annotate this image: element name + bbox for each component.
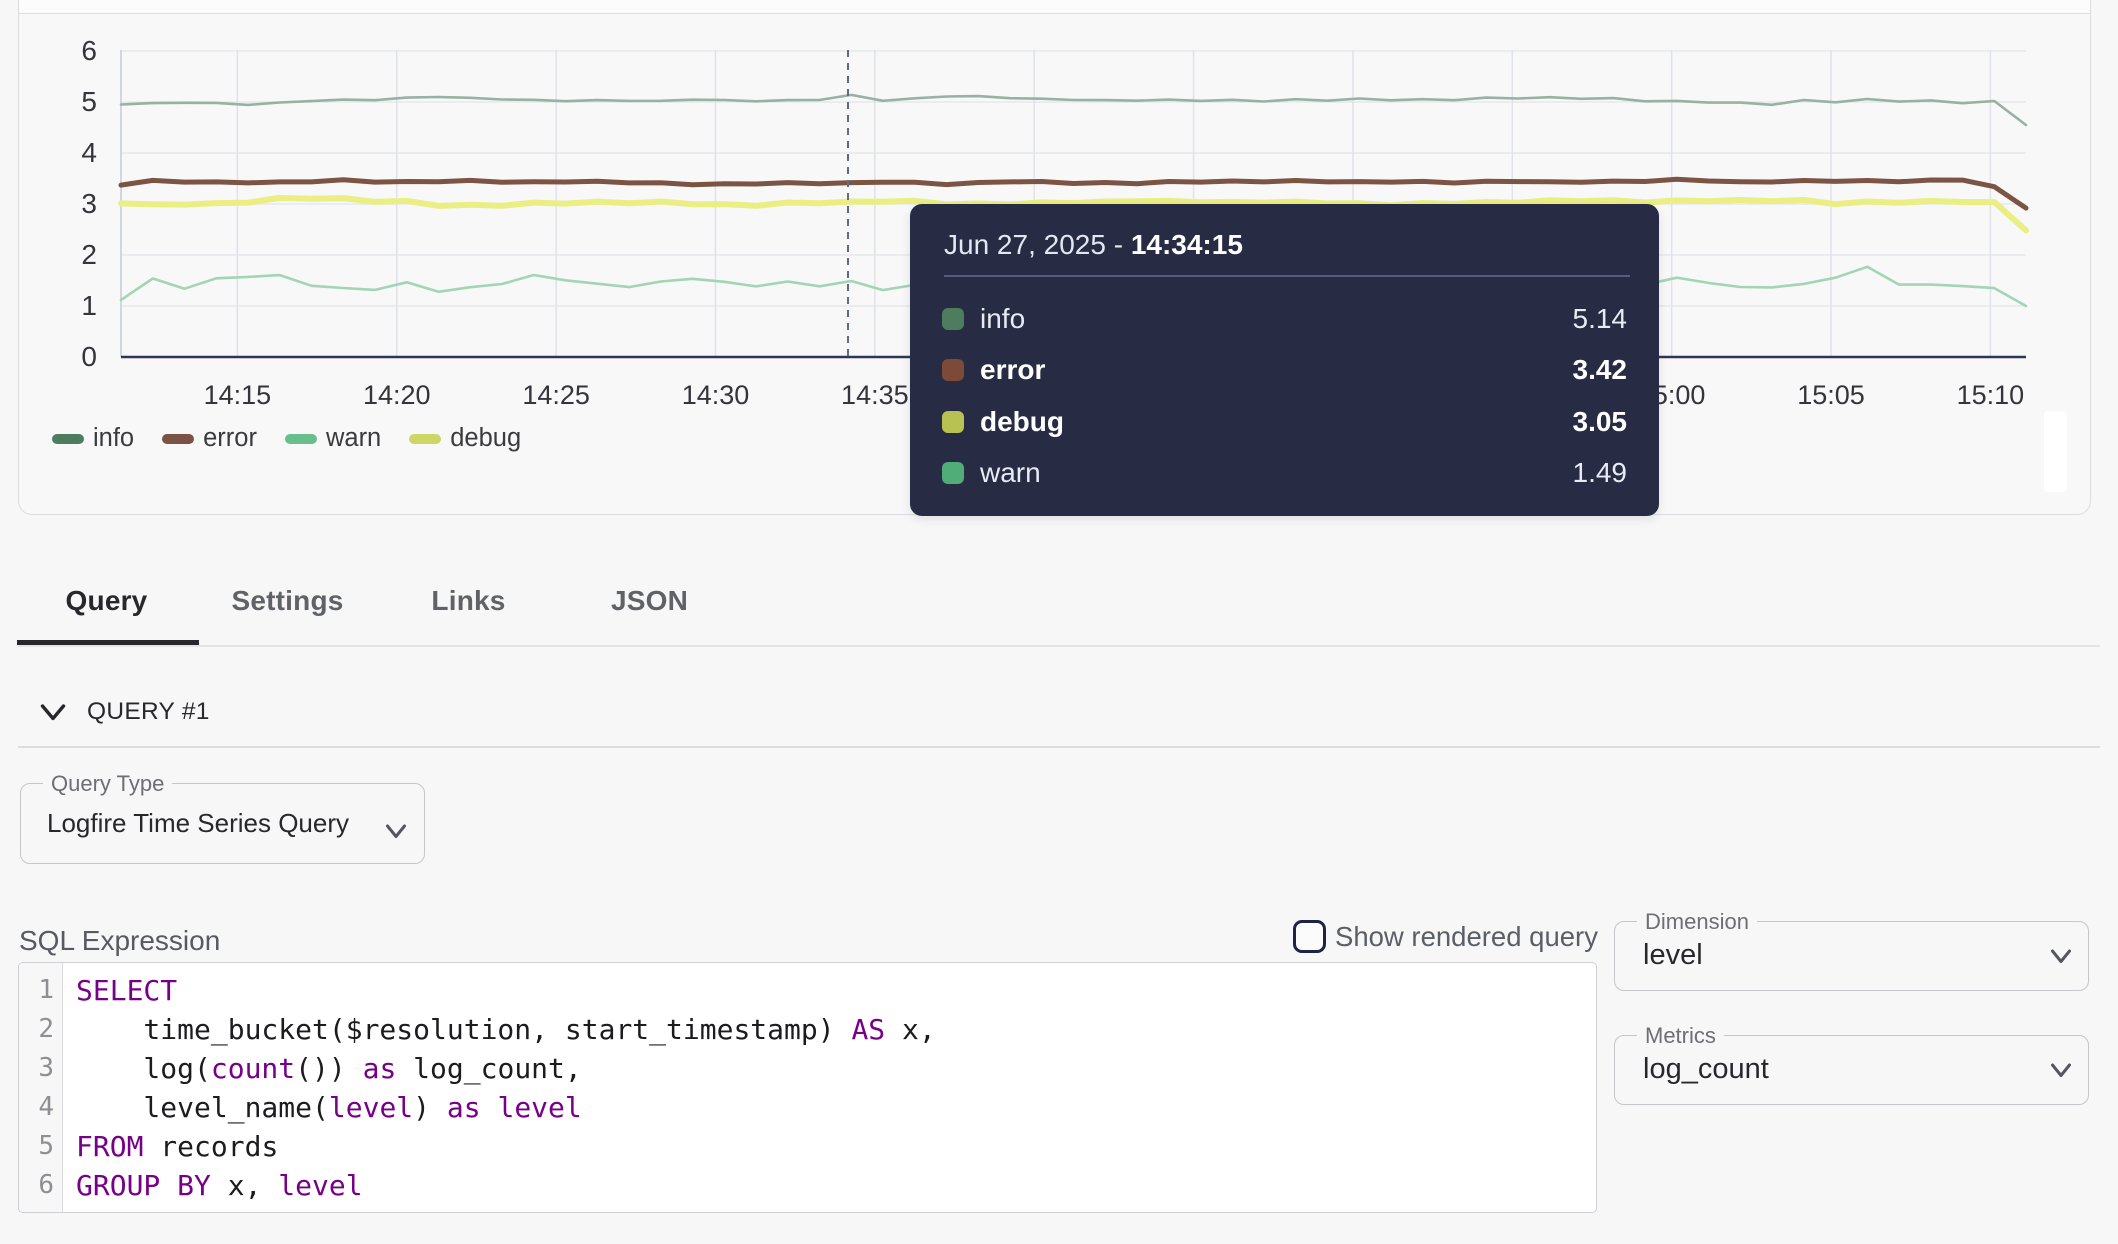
show-rendered-query-label: Show rendered query [1335, 921, 1598, 953]
tooltip-row-info: info 5.14 [942, 293, 1627, 345]
x-tick-label: 15:05 [1797, 380, 1865, 410]
tooltip-series-value: 1.49 [1573, 457, 1628, 489]
show-rendered-query-control: Show rendered query [1293, 920, 1598, 953]
legend-swatch-error [162, 434, 194, 444]
query-type-select[interactable]: Query Type Logfire Time Series Query [20, 783, 425, 864]
query-section-header[interactable]: QUERY #1 [40, 698, 210, 726]
x-tick-label: 15:10 [1957, 380, 2025, 410]
chart-tooltip: Jun 27, 2025 - 14:34:15 info 5.14 error 3.4… [910, 204, 1659, 516]
tooltip-series-value: 3.05 [1573, 406, 1628, 438]
query-section-title: QUERY #1 [87, 698, 210, 726]
legend-item-debug[interactable]: debug [409, 424, 521, 453]
metrics-select[interactable]: Metrics log_count [1614, 1035, 2089, 1105]
query-type-label: Query Type [43, 771, 172, 797]
tab-json[interactable]: JSON [559, 560, 740, 641]
dimension-value: level [1643, 939, 1703, 972]
tooltip-series-value: 5.14 [1573, 303, 1628, 335]
chevron-down-icon [2050, 1062, 2072, 1079]
y-tick-label: 4 [81, 137, 97, 168]
code-line-6: GROUP BY x, level [76, 1166, 936, 1205]
tooltip-series-name: info [980, 303, 1025, 335]
legend-item-error[interactable]: error [162, 424, 257, 453]
code-line-4: level_name(level) as level [76, 1088, 936, 1127]
line-number: 4 [19, 1088, 62, 1127]
tooltip-rows: info 5.14 error 3.42 debug 3.05 warn 1.49 [942, 293, 1627, 499]
line-number: 3 [19, 1049, 62, 1088]
y-tick-label: 0 [81, 341, 97, 372]
tab-query[interactable]: Query [16, 560, 197, 641]
query-type-value: Logfire Time Series Query [47, 808, 349, 839]
legend-swatch-warn [285, 434, 317, 444]
tooltip-series-name: warn [980, 457, 1041, 489]
code-line-3: log(count()) as log_count, [76, 1049, 936, 1088]
legend-label: debug [450, 424, 521, 453]
sql-editor[interactable]: 123456 SELECT time_bucket($resolution, s… [18, 962, 1597, 1213]
tooltip-swatch-info [942, 308, 964, 330]
sql-editor-gutter: 123456 [19, 963, 63, 1212]
y-tick-label: 6 [81, 35, 97, 66]
metrics-value: log_count [1643, 1053, 1769, 1086]
legend-item-info[interactable]: info [52, 424, 134, 453]
tooltip-swatch-debug [942, 411, 964, 433]
x-tick-label: 14:20 [363, 380, 431, 410]
sql-editor-code[interactable]: SELECT time_bucket($resolution, start_ti… [63, 963, 936, 1212]
code-line-1: SELECT [76, 971, 936, 1010]
y-tick-label: 1 [81, 290, 97, 321]
legend-label: info [93, 424, 134, 453]
tooltip-swatch-warn [942, 462, 964, 484]
show-rendered-query-checkbox[interactable] [1293, 920, 1326, 953]
legend-swatch-info [52, 434, 84, 444]
code-line-5: FROM records [76, 1127, 936, 1166]
chevron-down-icon [385, 823, 407, 840]
legend-swatch-debug [409, 434, 441, 444]
tooltip-swatch-error [942, 359, 964, 381]
x-tick-label: 14:35 [841, 380, 909, 410]
line-number: 1 [19, 971, 62, 1010]
scrollbar-thumb[interactable] [2044, 411, 2067, 492]
x-tick-label: 14:30 [682, 380, 750, 410]
line-number: 2 [19, 1010, 62, 1049]
tab-bar: QuerySettingsLinksJSON [16, 560, 740, 641]
tooltip-divider [944, 275, 1630, 277]
dimension-label: Dimension [1637, 909, 1757, 935]
tooltip-row-warn: warn 1.49 [942, 448, 1627, 500]
y-tick-label: 5 [81, 86, 97, 117]
y-tick-label: 2 [81, 239, 97, 270]
legend-label: error [203, 424, 257, 453]
tooltip-row-debug: debug 3.05 [942, 396, 1627, 448]
tab-links[interactable]: Links [378, 560, 559, 641]
y-tick-label: 3 [81, 188, 97, 219]
chevron-down-icon [40, 703, 66, 722]
line-number: 6 [19, 1166, 62, 1205]
dimension-select[interactable]: Dimension level [1614, 921, 2089, 991]
chart-legend: info error warn debug [52, 424, 521, 453]
series-line-info [121, 95, 2026, 125]
section-divider [18, 746, 2100, 748]
tooltip-timestamp: Jun 27, 2025 - 14:34:15 [942, 230, 1627, 260]
legend-label: warn [326, 424, 381, 453]
tab-settings[interactable]: Settings [197, 560, 378, 641]
tab-bar-border [18, 645, 2100, 647]
tooltip-series-name: error [980, 354, 1045, 386]
tooltip-series-value: 3.42 [1573, 354, 1628, 386]
tooltip-series-name: debug [980, 406, 1064, 438]
tooltip-row-error: error 3.42 [942, 345, 1627, 397]
legend-item-warn[interactable]: warn [285, 424, 381, 453]
metrics-label: Metrics [1637, 1023, 1724, 1049]
chevron-down-icon [2050, 948, 2072, 965]
x-tick-label: 14:15 [204, 380, 272, 410]
code-line-2: time_bucket($resolution, start_timestamp… [76, 1010, 936, 1049]
line-number: 5 [19, 1127, 62, 1166]
sql-expression-label: SQL Expression [19, 925, 220, 957]
x-tick-label: 14:25 [522, 380, 590, 410]
